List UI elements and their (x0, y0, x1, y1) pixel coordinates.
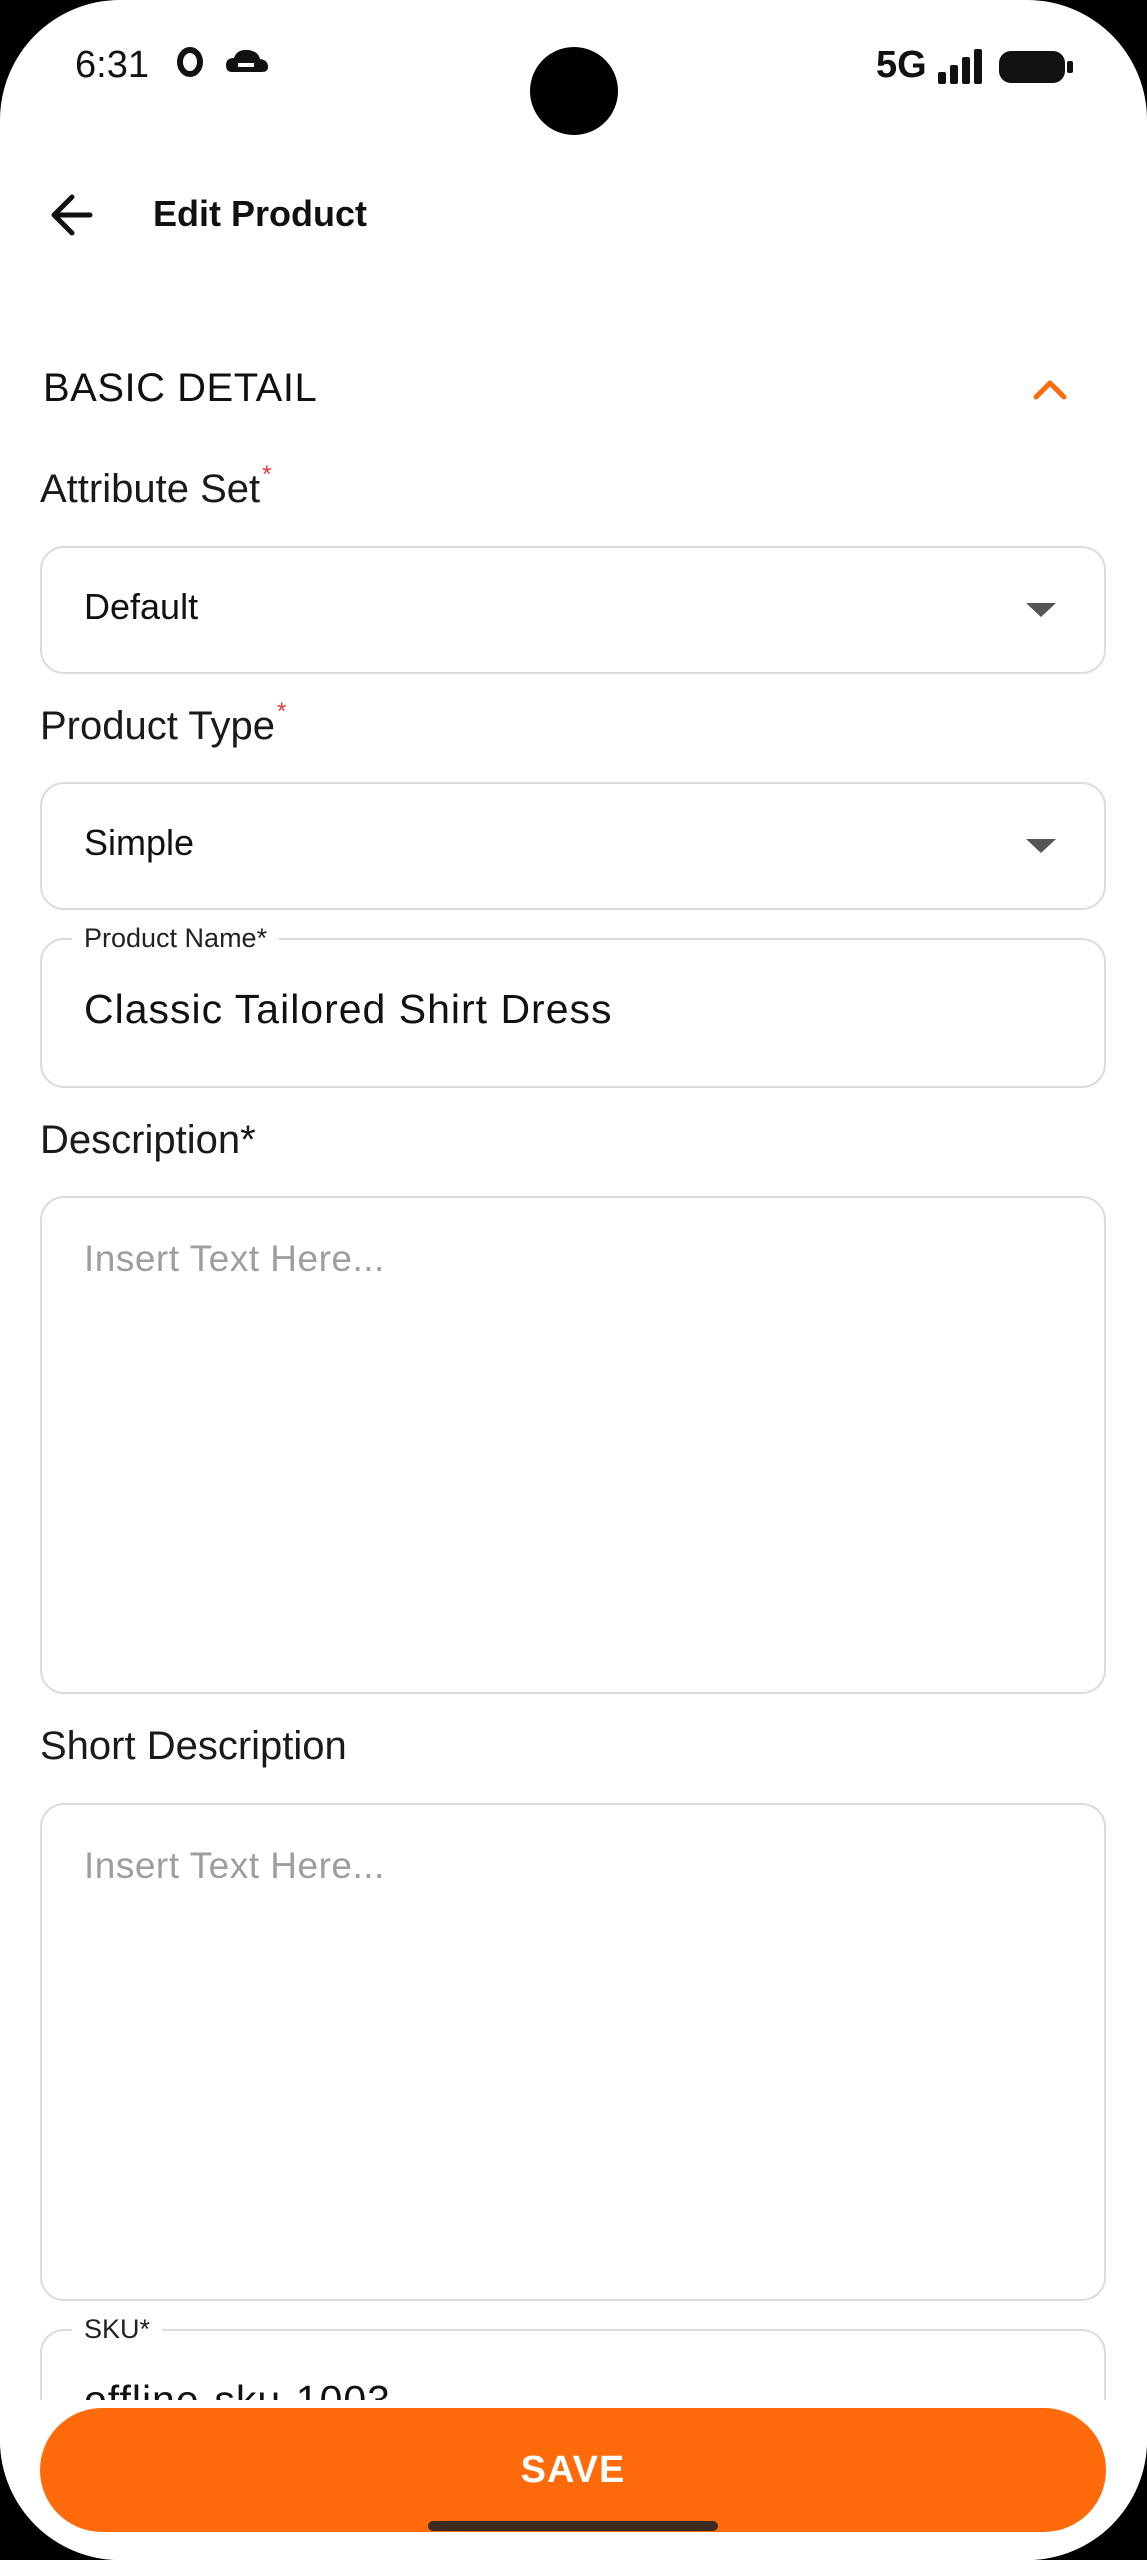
signal-icon (936, 48, 986, 89)
description-label: Description* (40, 1118, 256, 1162)
product-type-value: Simple (84, 822, 195, 863)
product-name-label: Product Name* (72, 923, 280, 954)
required-mark: * (276, 698, 287, 725)
arrow-left-icon (40, 194, 110, 249)
attribute-set-label-text: Attribute Set (40, 467, 261, 511)
o-ring-icon (175, 46, 205, 83)
status-bar: 6:31 5G (0, 0, 1147, 140)
required-mark: * (262, 461, 272, 488)
section-title: BASIC DETAIL (43, 366, 318, 410)
product-name-field[interactable]: Product Name* Classic Tailored Shirt Dre… (40, 923, 1106, 1088)
product-type-select[interactable]: Simple (40, 782, 1106, 910)
network-type: 5G (876, 44, 927, 86)
sku-label: SKU* (72, 2314, 163, 2345)
description-placeholder: Insert Text Here... (84, 1238, 385, 1279)
cloud-icon (224, 46, 270, 83)
status-time: 6:31 (75, 44, 149, 86)
description-textarea[interactable]: Insert Text Here... (40, 1196, 1106, 1694)
chevron-up-icon (1020, 380, 1080, 419)
battery-icon (998, 50, 1074, 89)
product-name-value: Classic Tailored Shirt Dress (84, 986, 613, 1032)
attribute-set-select[interactable]: Default (40, 546, 1106, 674)
save-button[interactable]: SAVE (40, 2408, 1106, 2532)
collapse-section-button[interactable] (1020, 365, 1080, 415)
product-type-label-text: Product Type (40, 704, 275, 748)
short-description-label: Short Description (40, 1724, 347, 1768)
dropdown-arrow-icon (1026, 839, 1056, 853)
attribute-set-label: Attribute Set* (40, 461, 271, 512)
camera-cutout (530, 47, 618, 135)
app-screen: 6:31 5G Edit Product BASIC DETAIL Attrib… (0, 0, 1147, 2560)
page-title: Edit Product (153, 193, 367, 234)
attribute-set-value: Default (84, 586, 199, 627)
home-indicator[interactable] (428, 2521, 718, 2531)
product-type-label: Product Type* (40, 698, 286, 749)
save-label: SAVE (520, 2448, 626, 2491)
short-description-placeholder: Insert Text Here... (84, 1845, 385, 1886)
back-button[interactable] (40, 185, 110, 245)
dropdown-arrow-icon (1026, 603, 1056, 617)
app-header: Edit Product (0, 165, 1147, 265)
short-description-textarea[interactable]: Insert Text Here... (40, 1803, 1106, 2301)
